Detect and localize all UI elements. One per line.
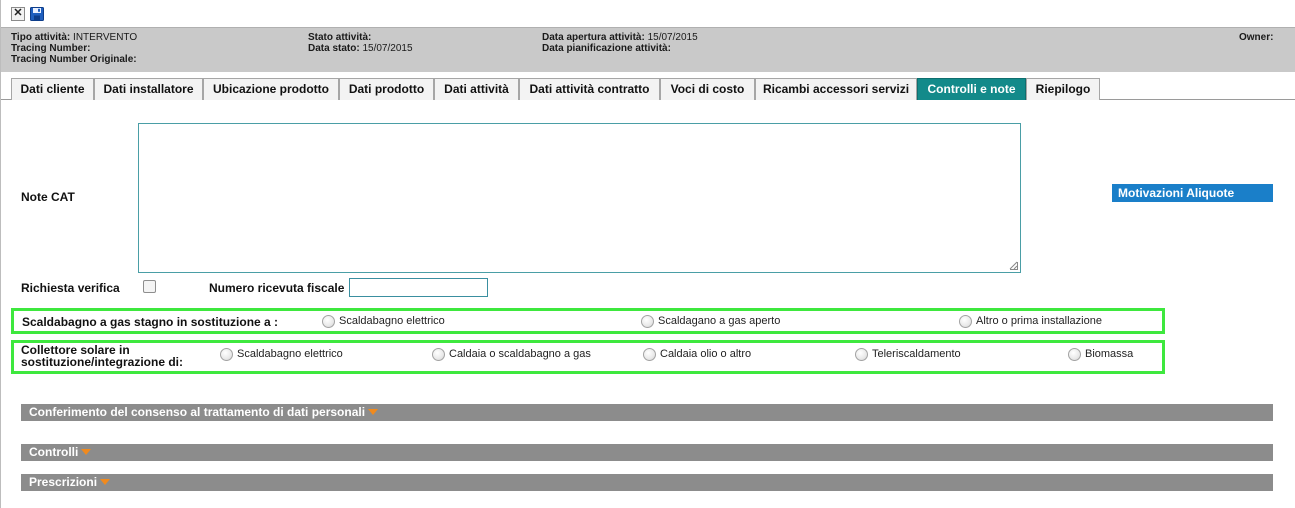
caret-down-icon bbox=[81, 449, 92, 455]
radio-caldaia-scaldabagno-gas[interactable] bbox=[432, 348, 445, 361]
tab-dati-prodotto[interactable]: Dati prodotto bbox=[339, 78, 434, 100]
section-controlli[interactable]: Controlli bbox=[21, 444, 1273, 461]
radio-collettore-scaldabagno-elettrico[interactable] bbox=[220, 348, 233, 361]
tracing-number-originale: Tracing Number Originale: bbox=[11, 54, 137, 65]
radio-scaldagano-gas-aperto[interactable] bbox=[641, 315, 654, 328]
motivazioni-aliquote-button[interactable]: Motivazioni Aliquote bbox=[1112, 184, 1273, 202]
tab-dati-attivita[interactable]: Dati attività bbox=[434, 78, 519, 100]
radio-altro-prima-installazione[interactable] bbox=[959, 315, 972, 328]
radio-label: Caldaia o scaldabagno a gas bbox=[449, 348, 591, 360]
tab-ricambi-accessori-servizi[interactable]: Ricambi accessori servizi bbox=[755, 78, 917, 100]
data-pianificazione: Data pianificazione attività: bbox=[542, 43, 671, 54]
section-prescrizioni[interactable]: Prescrizioni bbox=[21, 474, 1273, 491]
owner: Owner: bbox=[1239, 32, 1274, 43]
tracing-number: Tracing Number: bbox=[11, 43, 91, 54]
radio-label: Scaldagano a gas aperto bbox=[658, 315, 781, 327]
tab-bar: Dati cliente Dati installatore Ubicazion… bbox=[1, 78, 1295, 100]
save-icon[interactable] bbox=[30, 7, 44, 21]
resize-grip-icon[interactable] bbox=[1009, 261, 1018, 270]
caret-down-icon bbox=[100, 479, 111, 485]
note-cat-label: Note CAT bbox=[21, 190, 75, 204]
numero-ricevuta-input[interactable] bbox=[349, 278, 488, 297]
radio-scaldabagno-elettrico[interactable] bbox=[322, 315, 335, 328]
radio-label: Biomassa bbox=[1085, 348, 1134, 360]
radio-label: Scaldabagno elettrico bbox=[339, 315, 445, 327]
collettore-label: Collettore solare in sostituzione/integr… bbox=[21, 343, 184, 369]
tab-dati-installatore[interactable]: Dati installatore bbox=[94, 78, 203, 100]
tab-voci-di-costo[interactable]: Voci di costo bbox=[660, 78, 755, 100]
tab-controlli-e-note[interactable]: Controlli e note bbox=[917, 78, 1026, 100]
activity-header: Tipo attività: INTERVENTO Tracing Number… bbox=[1, 27, 1295, 72]
data-apertura: Data apertura attività: 15/07/2015 bbox=[542, 32, 698, 43]
radio-caldaia-olio[interactable] bbox=[643, 348, 656, 361]
close-icon[interactable]: ✕ bbox=[11, 7, 25, 21]
radio-label: Scaldabagno elettrico bbox=[237, 348, 343, 360]
radio-biomassa[interactable] bbox=[1068, 348, 1081, 361]
tab-dati-attivita-contratto[interactable]: Dati attività contratto bbox=[519, 78, 660, 100]
page: ✕ Tipo attività: INTERVENTO Tracing Numb… bbox=[0, 0, 1295, 508]
radio-label: Caldaia olio o altro bbox=[660, 348, 752, 360]
tab-dati-cliente[interactable]: Dati cliente bbox=[11, 78, 94, 100]
radio-label: Altro o prima installazione bbox=[976, 315, 1102, 327]
toolbar: ✕ bbox=[1, 0, 1295, 27]
tipo-attivita: Tipo attività: INTERVENTO bbox=[11, 32, 138, 43]
radio-label: Teleriscaldamento bbox=[872, 348, 961, 360]
tab-riepilogo[interactable]: Riepilogo bbox=[1026, 78, 1100, 100]
radio-teleriscaldamento[interactable] bbox=[855, 348, 868, 361]
richiesta-verifica-checkbox[interactable] bbox=[143, 280, 156, 293]
data-stato: Data stato: 15/07/2015 bbox=[308, 43, 413, 54]
scaldabagno-label: Scaldabagno a gas stagno in sostituzione… bbox=[22, 315, 279, 329]
caret-down-icon bbox=[368, 409, 379, 415]
note-cat-textarea[interactable] bbox=[138, 123, 1021, 273]
stato-attivita: Stato attività: bbox=[308, 32, 372, 43]
numero-ricevuta-label: Numero ricevuta fiscale bbox=[209, 281, 345, 295]
section-prescrizioni-label: Prescrizioni bbox=[29, 475, 98, 489]
richiesta-verifica-label: Richiesta verifica bbox=[21, 281, 120, 295]
section-controlli-label: Controlli bbox=[29, 445, 79, 459]
section-consenso[interactable]: Conferimento del consenso al trattamento… bbox=[21, 404, 1273, 421]
section-consenso-label: Conferimento del consenso al trattamento… bbox=[29, 405, 366, 419]
tab-ubicazione-prodotto[interactable]: Ubicazione prodotto bbox=[203, 78, 339, 100]
